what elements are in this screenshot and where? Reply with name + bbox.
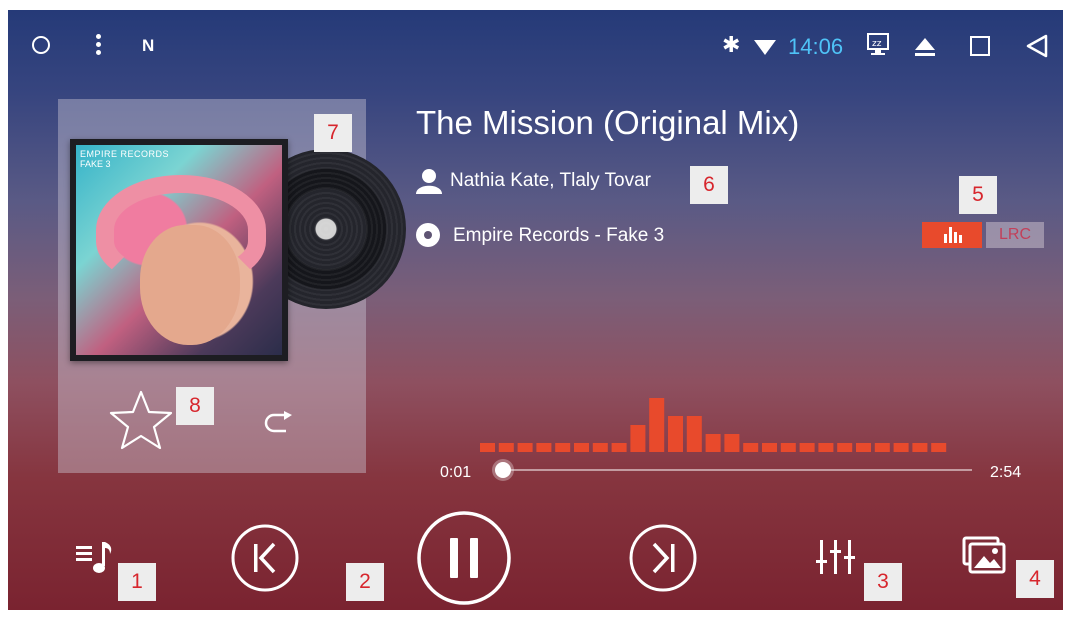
menu-dots-icon[interactable]	[96, 34, 102, 56]
badge-8: 8	[176, 387, 214, 425]
status-bar: N ✱ 14:06 zz	[8, 10, 1063, 70]
gallery-icon	[962, 536, 1006, 574]
spectrum-bar	[837, 443, 853, 452]
next-icon	[629, 524, 697, 592]
spectrum-bar	[724, 434, 740, 452]
spectrum-bar	[856, 443, 871, 452]
spectrum-bar	[668, 416, 683, 452]
home-circle-icon[interactable]	[32, 36, 50, 54]
badge-7: 7	[314, 114, 352, 152]
status-clock: 14:06	[788, 34, 844, 59]
playlist-button[interactable]	[74, 540, 118, 585]
total-duration: 2:54	[990, 464, 1022, 481]
seek-bar[interactable]	[498, 469, 972, 471]
track-album: Empire Records - Fake 3	[453, 225, 665, 246]
spectrum-bar	[630, 425, 646, 452]
spectrum-bar	[743, 443, 759, 452]
sleep-display-icon[interactable]: zz	[866, 32, 892, 63]
badge-5: 5	[959, 176, 997, 214]
badge-1: 1	[118, 563, 156, 601]
badge-2: 2	[346, 563, 384, 601]
spectrum-bar	[536, 443, 552, 452]
next-track-button[interactable]	[628, 523, 698, 598]
person-icon	[416, 168, 442, 199]
playlist-icon	[76, 542, 112, 573]
lyrics-button[interactable]: LRC	[986, 222, 1044, 248]
pause-icon	[417, 511, 511, 605]
spectrum-bar	[780, 443, 796, 452]
spectrum-bar	[705, 434, 721, 452]
cover-label-line1: EMPIRE RECORDS	[80, 149, 170, 159]
music-player-screen: N ✱ 14:06 zz EMPIRE RECORDS FAKE 3 The M…	[8, 10, 1063, 610]
svg-text:zz: zz	[872, 39, 882, 49]
equalizer-sliders-icon	[816, 540, 855, 574]
track-title: The Mission (Original Mix)	[416, 104, 800, 141]
eject-icon[interactable]	[914, 36, 936, 63]
favorite-star-icon[interactable]	[108, 389, 174, 456]
spectrum-bar	[498, 443, 514, 452]
album-cover[interactable]: EMPIRE RECORDS FAKE 3	[70, 139, 288, 361]
spectrum-bar	[555, 443, 571, 452]
album-cover-art: EMPIRE RECORDS FAKE 3	[76, 145, 282, 355]
visualizer-bars-icon	[944, 227, 962, 243]
seek-thumb[interactable]	[495, 462, 511, 478]
bluetooth-icon: ✱	[722, 32, 741, 57]
recents-square-icon[interactable]	[970, 36, 990, 56]
spectrum-bar	[893, 443, 909, 452]
previous-track-button[interactable]	[230, 523, 300, 598]
background-image-button[interactable]	[962, 536, 1008, 581]
back-triangle-icon[interactable]	[1026, 34, 1048, 63]
repeat-icon[interactable]	[262, 411, 296, 442]
disc-icon	[416, 223, 440, 247]
spectrum-bar	[574, 443, 589, 452]
previous-icon	[231, 524, 299, 592]
spectrum-bar	[818, 443, 834, 452]
badge-6: 6	[690, 166, 728, 204]
cover-label-line2: FAKE 3	[80, 159, 111, 169]
track-artist: Nathia Kate, Tlaly Tovar	[450, 170, 652, 191]
spectrum-bar	[912, 443, 928, 452]
spectrum-bar	[592, 443, 608, 452]
pause-button[interactable]	[416, 510, 512, 610]
spectrum-bar	[517, 443, 533, 452]
visualizer-button[interactable]	[922, 222, 982, 248]
spectrum-bar	[611, 443, 627, 452]
spectrum-bar	[762, 443, 777, 452]
badge-4: 4	[1016, 560, 1054, 598]
audio-spectrum	[480, 398, 947, 452]
spectrum-bar	[686, 416, 702, 452]
spectrum-bar	[649, 398, 665, 452]
spectrum-bar	[931, 443, 947, 452]
wifi-icon	[754, 40, 776, 55]
elapsed-time: 0:01	[440, 464, 472, 481]
n-notification-icon: N	[142, 36, 155, 55]
equalizer-button[interactable]	[814, 538, 858, 583]
spectrum-bar	[480, 443, 495, 452]
badge-3: 3	[864, 563, 902, 601]
spectrum-bar	[799, 443, 815, 452]
spectrum-bar	[874, 443, 890, 452]
